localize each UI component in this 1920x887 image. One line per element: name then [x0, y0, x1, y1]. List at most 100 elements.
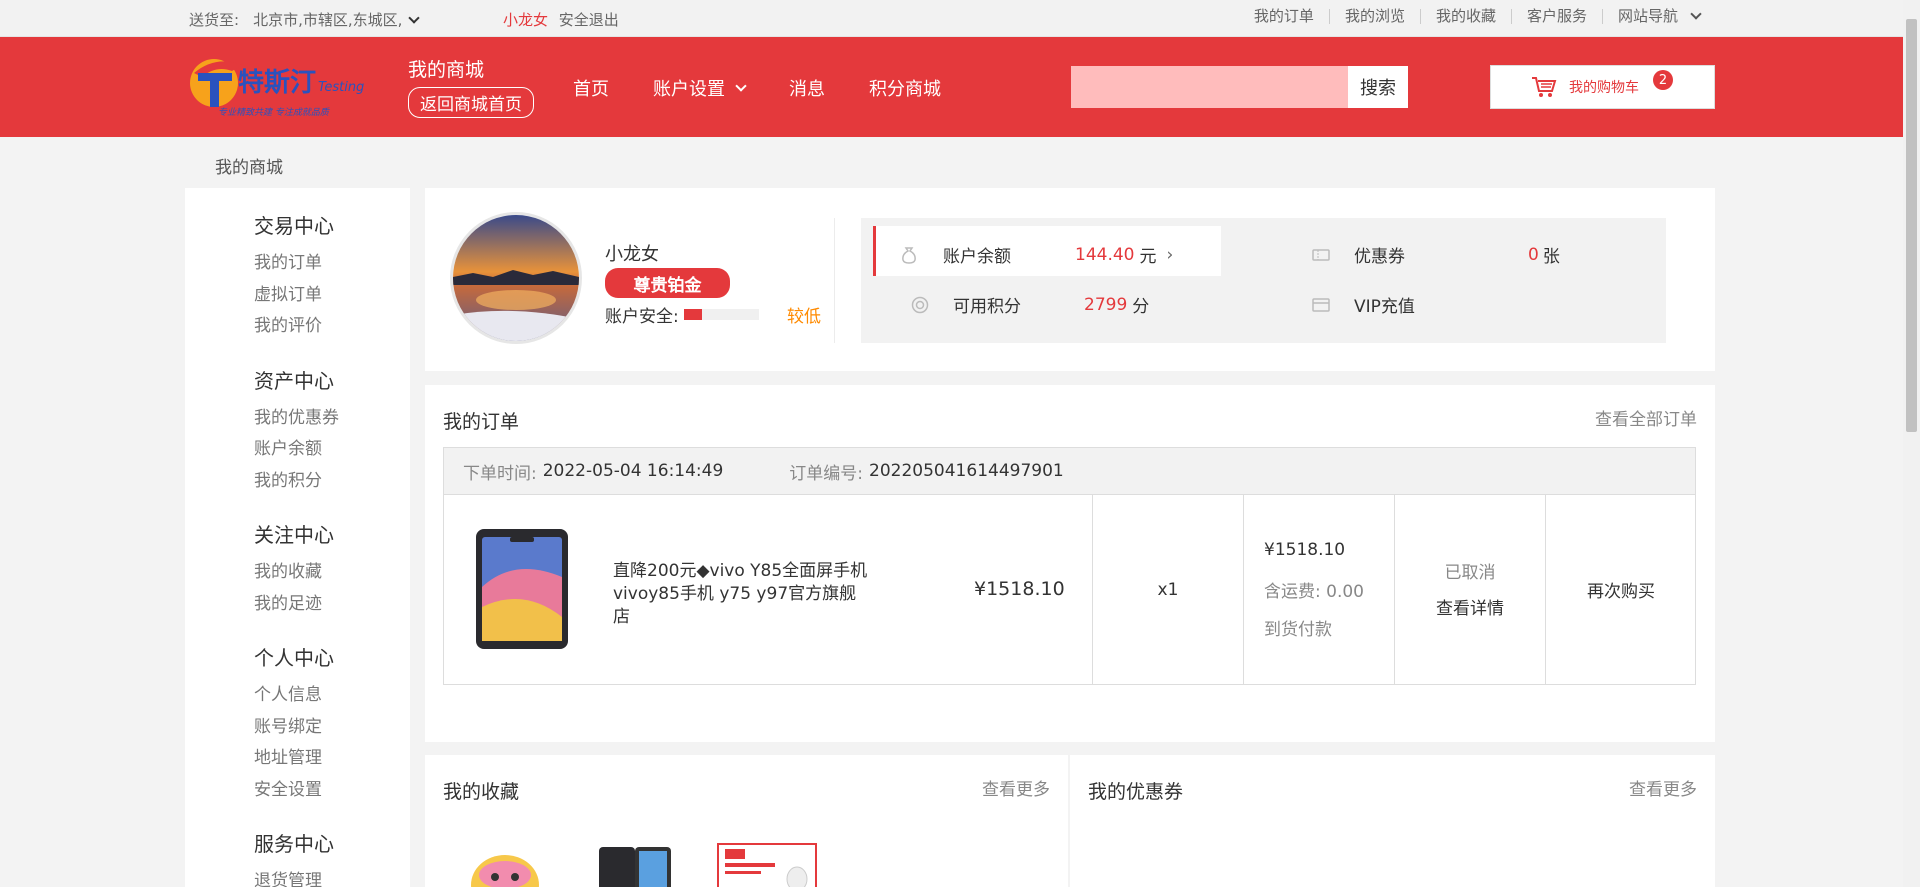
top-bar: 送货至: 北京市,市辖区,东城区, 小龙女 安全退出 我的订单 我的浏览 我的收…	[0, 0, 1920, 37]
user-info: 小龙女 安全退出	[503, 9, 619, 30]
ship-address[interactable]: 北京市,市辖区,东城区,	[253, 9, 402, 30]
back-home-button[interactable]: 返回商城首页	[408, 87, 534, 118]
sitenav-label: 网站导航	[1617, 7, 1678, 25]
nav-points-mall[interactable]: 积分商城	[869, 75, 941, 101]
security-level[interactable]: 较低	[787, 302, 821, 327]
sidebar-item-favorites[interactable]: 我的收藏	[254, 557, 410, 589]
coupons-more-link[interactable]: 查看更多	[1629, 775, 1697, 800]
sidebar-item-virtual-orders[interactable]: 虚拟订单	[254, 280, 410, 312]
balance-stat[interactable]: 账户余额 144.40 元 ›	[901, 242, 1173, 267]
ticket-icon	[1312, 248, 1330, 261]
top-links: 我的订单 我的浏览 我的收藏 客户服务 网站导航	[1239, 7, 1702, 25]
breadcrumb[interactable]: 我的商城	[215, 153, 283, 178]
sidebar-group-title: 关注中心	[254, 523, 334, 547]
chevron-down-icon	[735, 80, 747, 92]
top-link-history[interactable]: 我的浏览	[1330, 9, 1421, 24]
top-link-orders[interactable]: 我的订单	[1239, 9, 1330, 24]
sidebar-item-binding[interactable]: 账号绑定	[254, 712, 410, 744]
username-link[interactable]: 小龙女	[503, 11, 548, 29]
sidebar-item-returns[interactable]: 退货管理	[254, 866, 410, 887]
ship-to[interactable]: 送货至: 北京市,市辖区,东城区,	[189, 9, 421, 30]
search-input[interactable]	[1071, 66, 1348, 108]
sidebar-item-profile[interactable]: 个人信息	[254, 680, 410, 712]
sidebar-group-assets: 资产中心 我的优惠券 账户余额 我的积分	[254, 365, 410, 498]
product-unit-price: ¥1518.10	[974, 578, 1065, 600]
view-details-link[interactable]: 查看详情	[1395, 594, 1545, 619]
profile-card: 小龙女 尊贵铂金 账户安全: 较低 账户余额 144.40 元 › 优惠券 0 …	[425, 188, 1715, 371]
balance-label: 账户余额	[943, 247, 1011, 267]
nav-home[interactable]: 首页	[573, 75, 609, 101]
mall-title: 我的商城	[408, 59, 485, 81]
favorite-item-phone[interactable]	[595, 845, 675, 887]
sidebar-group-service: 服务中心 退货管理	[254, 828, 410, 887]
sidebar-item-coupons[interactable]: 我的优惠券	[254, 403, 410, 435]
search-box: 搜索	[1071, 66, 1408, 108]
coupons-title: 我的优惠券	[1088, 781, 1184, 803]
sidebar: 交易中心 我的订单 虚拟订单 我的评价 资产中心 我的优惠券 账户余额 我的积分…	[185, 188, 410, 887]
coupons-section: 我的优惠券 查看更多	[1070, 755, 1715, 887]
chevron-down-icon[interactable]	[408, 11, 421, 24]
orders-title: 我的订单	[443, 411, 520, 433]
vip-recharge-stat[interactable]: VIP充值	[1312, 292, 1415, 317]
scrollbar-thumb[interactable]	[1906, 19, 1917, 432]
logo-text: 特斯汀	[238, 67, 316, 98]
coupon-unit: 张	[1542, 247, 1560, 267]
vip-level-badge: 尊贵铂金	[605, 268, 730, 298]
order-no-value: 202205041614497901	[869, 461, 1064, 481]
order-row: 直降200元◆vivo Y85全面屏手机 vivoy85手机 y75 y97官方…	[443, 494, 1696, 685]
sidebar-item-my-orders[interactable]: 我的订单	[254, 248, 410, 280]
logout-link[interactable]: 安全退出	[559, 11, 619, 29]
favorite-item-earbuds[interactable]	[717, 843, 817, 887]
coupon-label: 优惠券	[1354, 247, 1405, 267]
points-stat[interactable]: 可用积分 2799 分	[911, 292, 1149, 317]
search-button[interactable]: 搜索	[1348, 66, 1408, 108]
top-link-sitenav[interactable]: 网站导航	[1603, 7, 1702, 25]
sidebar-item-footprints[interactable]: 我的足迹	[254, 589, 410, 621]
nav-messages[interactable]: 消息	[789, 75, 825, 101]
divider	[834, 218, 835, 343]
order-status: 已取消	[1444, 563, 1496, 583]
order-shipping: 含运费: 0.00	[1264, 582, 1364, 602]
sidebar-item-points[interactable]: 我的积分	[254, 466, 410, 498]
points-unit: 分	[1132, 297, 1150, 317]
account-security: 账户安全:	[605, 302, 759, 327]
product-image[interactable]	[474, 527, 569, 649]
cart-label: 我的购物车	[1569, 80, 1639, 96]
sidebar-item-security[interactable]: 安全设置	[254, 775, 410, 807]
sidebar-item-balance[interactable]: 账户余额	[254, 434, 410, 466]
avatar[interactable]	[450, 212, 582, 344]
sidebar-group-title: 资产中心	[254, 368, 334, 393]
favorites-more-link[interactable]: 查看更多	[982, 775, 1050, 800]
rebuy-button[interactable]: 再次购买	[1546, 577, 1696, 602]
sidebar-item-reviews[interactable]: 我的评价	[254, 311, 410, 343]
account-stats: 账户余额 144.40 元 › 优惠券 0 张 可用积分 2799 分 VIP充…	[861, 218, 1666, 343]
favorite-item-toy[interactable]	[455, 845, 555, 887]
money-bag-icon	[902, 246, 916, 264]
product-name[interactable]: 直降200元◆vivo Y85全面屏手机 vivoy85手机 y75 y97官方…	[613, 560, 873, 629]
order-header: 下单时间: 2022-05-04 16:14:49 订单编号: 20220504…	[443, 447, 1696, 495]
balance-unit: 元	[1139, 247, 1157, 267]
main-nav: 首页 账户设置 消息 积分商城	[573, 75, 985, 101]
vip-recharge-label: VIP充值	[1354, 297, 1415, 317]
sidebar-item-address[interactable]: 地址管理	[254, 743, 410, 775]
cart-button[interactable]: 我的购物车 2	[1490, 65, 1715, 109]
top-link-service[interactable]: 客户服务	[1512, 9, 1603, 24]
cart-icon	[1532, 77, 1557, 97]
nav-account-settings[interactable]: 账户设置	[653, 75, 747, 101]
top-link-favorites[interactable]: 我的收藏	[1421, 9, 1512, 24]
orders-section: 我的订单 查看全部订单 下单时间: 2022-05-04 16:14:49 订单…	[425, 385, 1715, 742]
site-logo[interactable]: 特斯汀 Testing 专业精致共建 专注成就品质	[186, 51, 380, 123]
sidebar-group-title: 个人中心	[254, 646, 334, 670]
scrollbar[interactable]	[1903, 0, 1920, 887]
coupon-stat[interactable]: 优惠券 0 张	[1312, 242, 1560, 267]
profile-username: 小龙女	[605, 244, 659, 265]
logo-slogan: 专业精致共建 专注成就品质	[218, 107, 330, 118]
chevron-right-icon: ›	[1166, 244, 1174, 265]
total-cell: ¥1518.10 含运费: 0.00 到货付款	[1243, 494, 1394, 684]
sidebar-group-title: 服务中心	[254, 832, 334, 856]
sidebar-group-follow: 关注中心 我的收藏 我的足迹	[254, 519, 410, 620]
sidebar-group-title: 交易中心	[254, 214, 334, 238]
view-all-orders-link[interactable]: 查看全部订单	[1595, 405, 1697, 430]
action-cell: 再次购买	[1545, 494, 1696, 684]
points-value: 2799	[1084, 294, 1128, 315]
